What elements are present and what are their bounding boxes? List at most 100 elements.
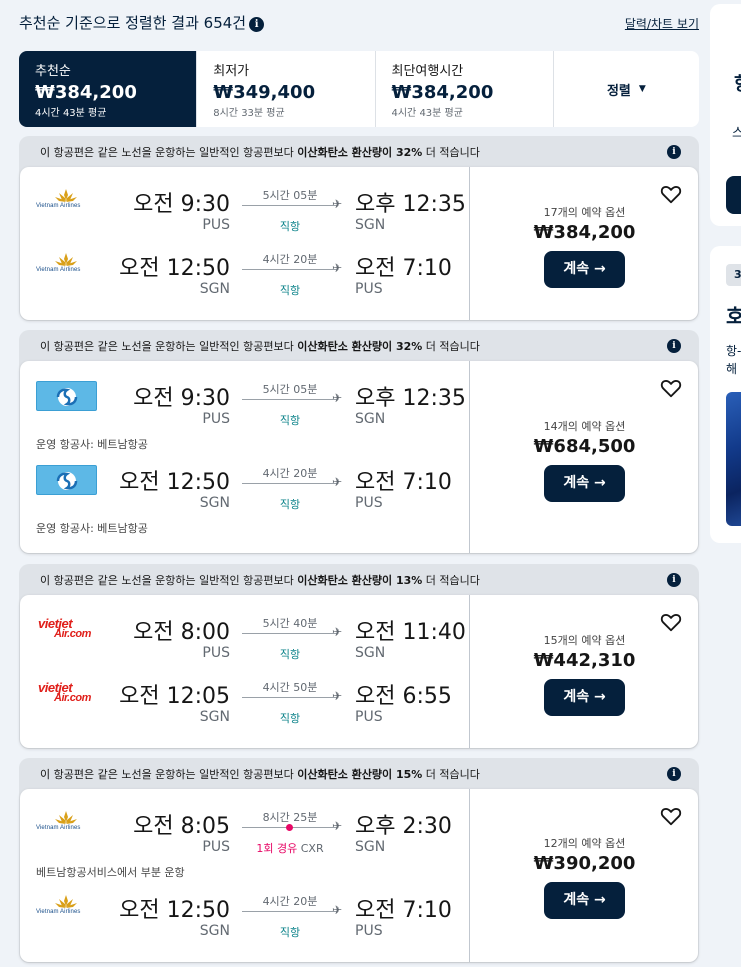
tab-recommended[interactable]: 추천순 ₩384,200 4시간 43분 평균 xyxy=(19,51,198,127)
departure-airport: SGN xyxy=(199,281,230,297)
arrival-airport: PUS xyxy=(355,281,383,297)
flight-ticket[interactable]: 오전 9:30 PUS 5시간 05분 ✈ 직항 오후 12:35 SGN 운영… xyxy=(20,361,698,553)
departure-time: 오전 9:30 xyxy=(133,386,230,411)
plane-icon: ✈ xyxy=(332,197,343,211)
lotus-icon xyxy=(55,189,77,202)
calendar-chart-link[interactable]: 달력/차트 보기 xyxy=(625,15,699,32)
co2-text-post: 더 적습니다 xyxy=(422,339,480,353)
heart-icon[interactable] xyxy=(660,183,682,205)
departure-airport: PUS xyxy=(202,645,230,661)
flight-card: 이 항공편은 같은 노선을 운항하는 일반적인 항공편보다 이산화탄소 환산량이… xyxy=(19,564,699,749)
flight-duration: 5시간 05분 xyxy=(262,383,318,396)
outbound-leg: Vietnam Airlines 오전 8:05 PUS 8시간 25분 ✈ 1… xyxy=(20,802,470,855)
tab-average-duration: 4시간 43분 평균 xyxy=(391,108,463,119)
arrival-airport: SGN xyxy=(355,217,386,233)
tab-label: 추천순 xyxy=(35,64,71,79)
promo-heading: 호 xyxy=(726,304,741,328)
tab-price: ₩384,200 xyxy=(35,82,137,103)
departure-airport: PUS xyxy=(202,411,230,427)
continue-button[interactable]: 계속 → xyxy=(544,882,625,919)
co2-banner: 이 항공편은 같은 노선을 운항하는 일반적인 항공편보다 이산화탄소 환산량이… xyxy=(19,136,699,167)
departure-time: 오전 8:00 xyxy=(133,620,230,645)
caret-down-icon: ▼ xyxy=(638,84,646,94)
plane-icon: ✈ xyxy=(332,625,343,639)
route-line xyxy=(242,911,338,912)
sort-tabs: 추천순 ₩384,200 4시간 43분 평균 최저가 ₩349,400 8시간… xyxy=(19,51,699,127)
logo-text: Vietnam Airlines xyxy=(36,203,81,209)
operated-by: 운영 항공사: 베트남항공 xyxy=(36,438,148,451)
continue-button[interactable]: 계속 → xyxy=(544,251,625,288)
side-panel-button[interactable] xyxy=(726,176,741,214)
airline-logo xyxy=(36,465,98,495)
airline-logo xyxy=(36,381,98,411)
co2-text-pre: 이 항공편은 같은 노선을 운항하는 일반적인 항공편보다 xyxy=(40,339,298,353)
tab-cheapest[interactable]: 최저가 ₩349,400 8시간 33분 평균 xyxy=(197,51,376,127)
flight-card: 이 항공편은 같은 노선을 운항하는 일반적인 항공편보다 이산화탄소 환산량이… xyxy=(19,758,699,963)
stops-label: 직항 xyxy=(279,926,301,939)
info-icon[interactable]: i xyxy=(667,766,681,781)
flight-legs: vietjet Air.com 오전 8:00 PUS 5시간 40분 ✈ 직항… xyxy=(20,595,470,748)
info-icon[interactable]: i xyxy=(667,338,681,353)
info-icon[interactable]: i xyxy=(249,17,265,32)
booking-options: 12개의 예약 옵션 xyxy=(543,837,626,850)
side-panel-heading: 항 xyxy=(734,70,741,96)
airline-logo: Vietnam Airlines xyxy=(36,810,98,838)
sort-dropdown[interactable]: 정렬 ▼ xyxy=(554,51,699,127)
departure-time: 오전 9:30 xyxy=(133,192,230,217)
info-icon[interactable]: i xyxy=(667,144,681,159)
flight-duration: 4시간 20분 xyxy=(262,253,318,266)
promo-image[interactable] xyxy=(726,392,741,526)
flight-legs: Vietnam Airlines 오전 9:30 PUS 5시간 05분 ✈ 직… xyxy=(20,167,470,320)
continue-button[interactable]: 계속 → xyxy=(544,679,625,716)
heart-icon[interactable] xyxy=(660,805,682,827)
co2-text-bold: 이산화탄소 환산량이 13% xyxy=(297,573,423,587)
price-panel: 14개의 예약 옵션 ₩684,500 계속 → xyxy=(471,361,698,553)
info-icon[interactable]: i xyxy=(667,572,681,587)
plane-icon: ✈ xyxy=(332,903,343,917)
flight-ticket[interactable]: Vietnam Airlines 오전 9:30 PUS 5시간 05분 ✈ 직… xyxy=(20,167,698,320)
price: ₩384,200 xyxy=(533,222,636,243)
vietnam-airlines-logo: Vietnam Airlines xyxy=(36,188,98,216)
price-panel: 15개의 예약 옵션 ₩442,310 계속 → xyxy=(471,595,698,748)
return-leg: 오전 12:50 SGN 4시간 20분 ✈ 직항 오전 7:10 PUS xyxy=(20,458,470,511)
flight-duration: 8시간 25분 xyxy=(262,811,318,824)
co2-banner: 이 항공편은 같은 노선을 운항하는 일반적인 항공편보다 이산화탄소 환산량이… xyxy=(19,758,699,789)
taegeuk-icon xyxy=(56,388,78,406)
co2-text-post: 더 적습니다 xyxy=(422,145,480,159)
booking-options: 14개의 예약 옵션 xyxy=(543,420,626,433)
route-line xyxy=(242,269,338,270)
co2-text-pre: 이 항공편은 같은 노선을 운항하는 일반적인 항공편보다 xyxy=(40,145,298,159)
tab-fastest[interactable]: 최단여행시간 ₩384,200 4시간 43분 평균 xyxy=(376,51,554,127)
lotus-icon xyxy=(55,895,77,908)
outbound-leg: 오전 9:30 PUS 5시간 05분 ✈ 직항 오후 12:35 SGN xyxy=(20,374,470,427)
departure-time: 오전 12:05 xyxy=(119,684,230,709)
flight-duration: 4시간 20분 xyxy=(262,895,318,908)
flight-ticket[interactable]: Vietnam Airlines 오전 8:05 PUS 8시간 25분 ✈ 1… xyxy=(20,789,698,962)
booking-options: 17개의 예약 옵션 xyxy=(543,206,626,219)
stops-count: 1회 경유 xyxy=(256,842,298,855)
airline-logo: Vietnam Airlines xyxy=(36,894,98,922)
flight-card: 이 항공편은 같은 노선을 운항하는 일반적인 항공편보다 이산화탄소 환산량이… xyxy=(19,136,699,321)
stop-dot xyxy=(286,824,293,831)
arrival-time: 오후 2:30 xyxy=(355,814,452,839)
heart-icon[interactable] xyxy=(660,377,682,399)
return-leg: Vietnam Airlines 오전 12:50 SGN 4시간 20분 ✈ … xyxy=(20,244,470,297)
logo-text: Air.com xyxy=(54,628,91,640)
heart-icon[interactable] xyxy=(660,611,682,633)
co2-text: 이 항공편은 같은 노선을 운항하는 일반적인 항공편보다 이산화탄소 환산량이… xyxy=(40,144,480,160)
tab-label: 최저가 xyxy=(213,64,250,79)
airline-logo: vietjet Air.com xyxy=(36,680,98,708)
vietjet-logo: vietjet Air.com xyxy=(36,680,98,708)
arrival-airport: SGN xyxy=(355,839,386,855)
lotus-icon xyxy=(55,253,77,266)
departure-time: 오전 8:05 xyxy=(133,814,230,839)
flight-duration: 5시간 40분 xyxy=(262,617,318,630)
continue-button[interactable]: 계속 → xyxy=(544,465,625,502)
results-header: 추천순 기준으로 정렬한 결과 654건 i 달력/차트 보기 xyxy=(19,12,699,34)
departure-time: 오전 12:50 xyxy=(119,256,230,281)
arrival-airport: SGN xyxy=(355,411,386,427)
flight-ticket[interactable]: vietjet Air.com 오전 8:00 PUS 5시간 40분 ✈ 직항… xyxy=(20,595,698,748)
return-leg: vietjet Air.com 오전 12:05 SGN 4시간 50분 ✈ 직… xyxy=(20,672,470,725)
stop-airport: CXR xyxy=(300,842,324,855)
arrival-time: 오후 12:35 xyxy=(355,192,466,217)
